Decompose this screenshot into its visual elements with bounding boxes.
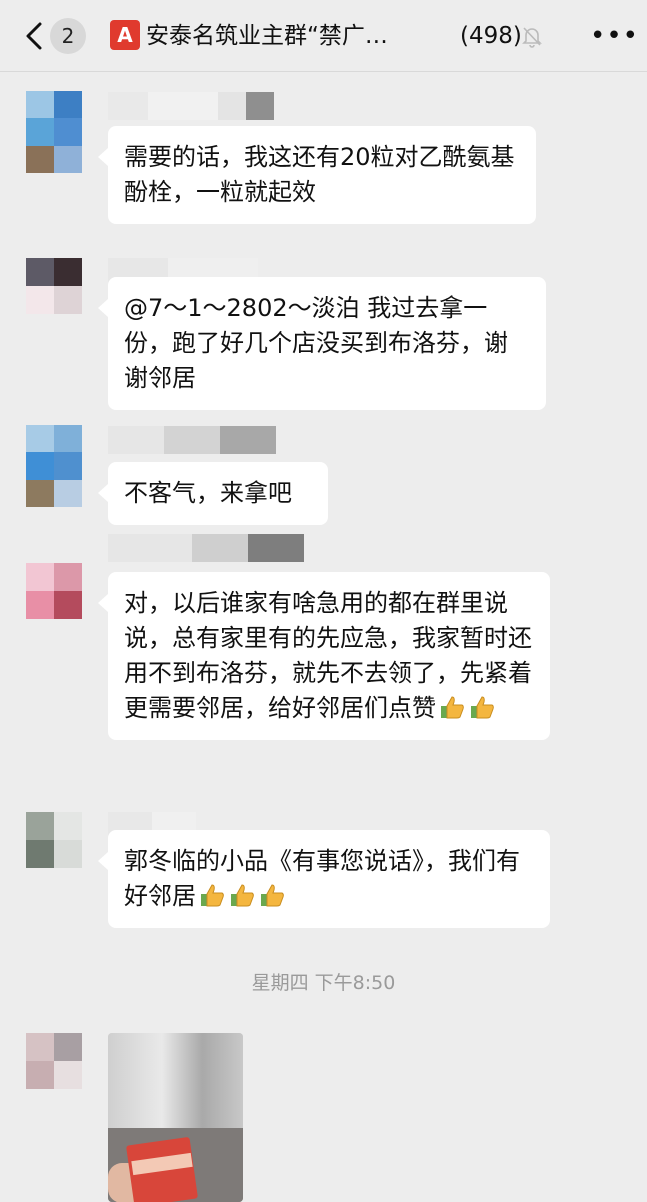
photo-background bbox=[108, 1033, 243, 1128]
sender-name-blurred bbox=[108, 92, 274, 120]
message-text: 郭冬临的小品《有事您说话》，我们有好邻居 bbox=[124, 847, 520, 910]
avatar[interactable] bbox=[26, 812, 82, 868]
mute-bell-icon bbox=[520, 24, 544, 48]
avatar[interactable] bbox=[26, 425, 82, 507]
chat-header: 2 A 安泰名筑业主群“禁广… (498) ••• bbox=[0, 0, 647, 72]
avatar[interactable] bbox=[26, 563, 82, 619]
avatar[interactable] bbox=[26, 91, 82, 173]
thumbs-up-icon bbox=[468, 693, 496, 721]
message-bubble[interactable]: 郭冬临的小品《有事您说话》，我们有好邻居 bbox=[98, 830, 550, 928]
thumbs-up-icon bbox=[228, 881, 256, 909]
message-text: @7～1～2802～淡泊 我过去拿一份，跑了好几个店没买到布洛芬，谢谢邻居 bbox=[124, 294, 508, 392]
thumbs-up-icon bbox=[438, 693, 466, 721]
member-count: (498) bbox=[452, 18, 522, 54]
back-chevron-icon[interactable] bbox=[18, 18, 54, 54]
brand-logo: A bbox=[110, 20, 140, 50]
more-dots-icon[interactable]: ••• bbox=[590, 22, 638, 50]
sender-name-blurred bbox=[108, 534, 304, 562]
message-bubble[interactable]: 需要的话，我这还有20粒对乙酰氨基酚栓，一粒就起效 bbox=[98, 126, 536, 224]
message-text: 不客气，来拿吧 bbox=[124, 479, 292, 507]
avatar[interactable] bbox=[26, 258, 82, 314]
avatar[interactable] bbox=[26, 1033, 82, 1089]
unread-count-badge[interactable]: 2 bbox=[50, 18, 86, 54]
message-text: 需要的话，我这还有20粒对乙酰氨基酚栓，一粒就起效 bbox=[124, 143, 515, 206]
shared-photo[interactable] bbox=[108, 1033, 243, 1202]
message-bubble[interactable]: @7～1～2802～淡泊 我过去拿一份，跑了好几个店没买到布洛芬，谢谢邻居 bbox=[98, 277, 546, 410]
thumbs-up-icon bbox=[258, 881, 286, 909]
sender-name-blurred bbox=[108, 426, 276, 454]
chat-title-area[interactable]: A 安泰名筑业主群“禁广… (498) bbox=[110, 16, 560, 56]
message-bubble[interactable]: 不客气，来拿吧 bbox=[98, 462, 328, 525]
message-bubble[interactable]: 对，以后谁家有啥急用的都在群里说说，总有家里有的先应急，我家暂时还用不到布洛芬，… bbox=[98, 572, 550, 740]
message-timestamp: 星期四 下午8:50 bbox=[251, 972, 396, 994]
thumbs-up-icon bbox=[198, 881, 226, 909]
